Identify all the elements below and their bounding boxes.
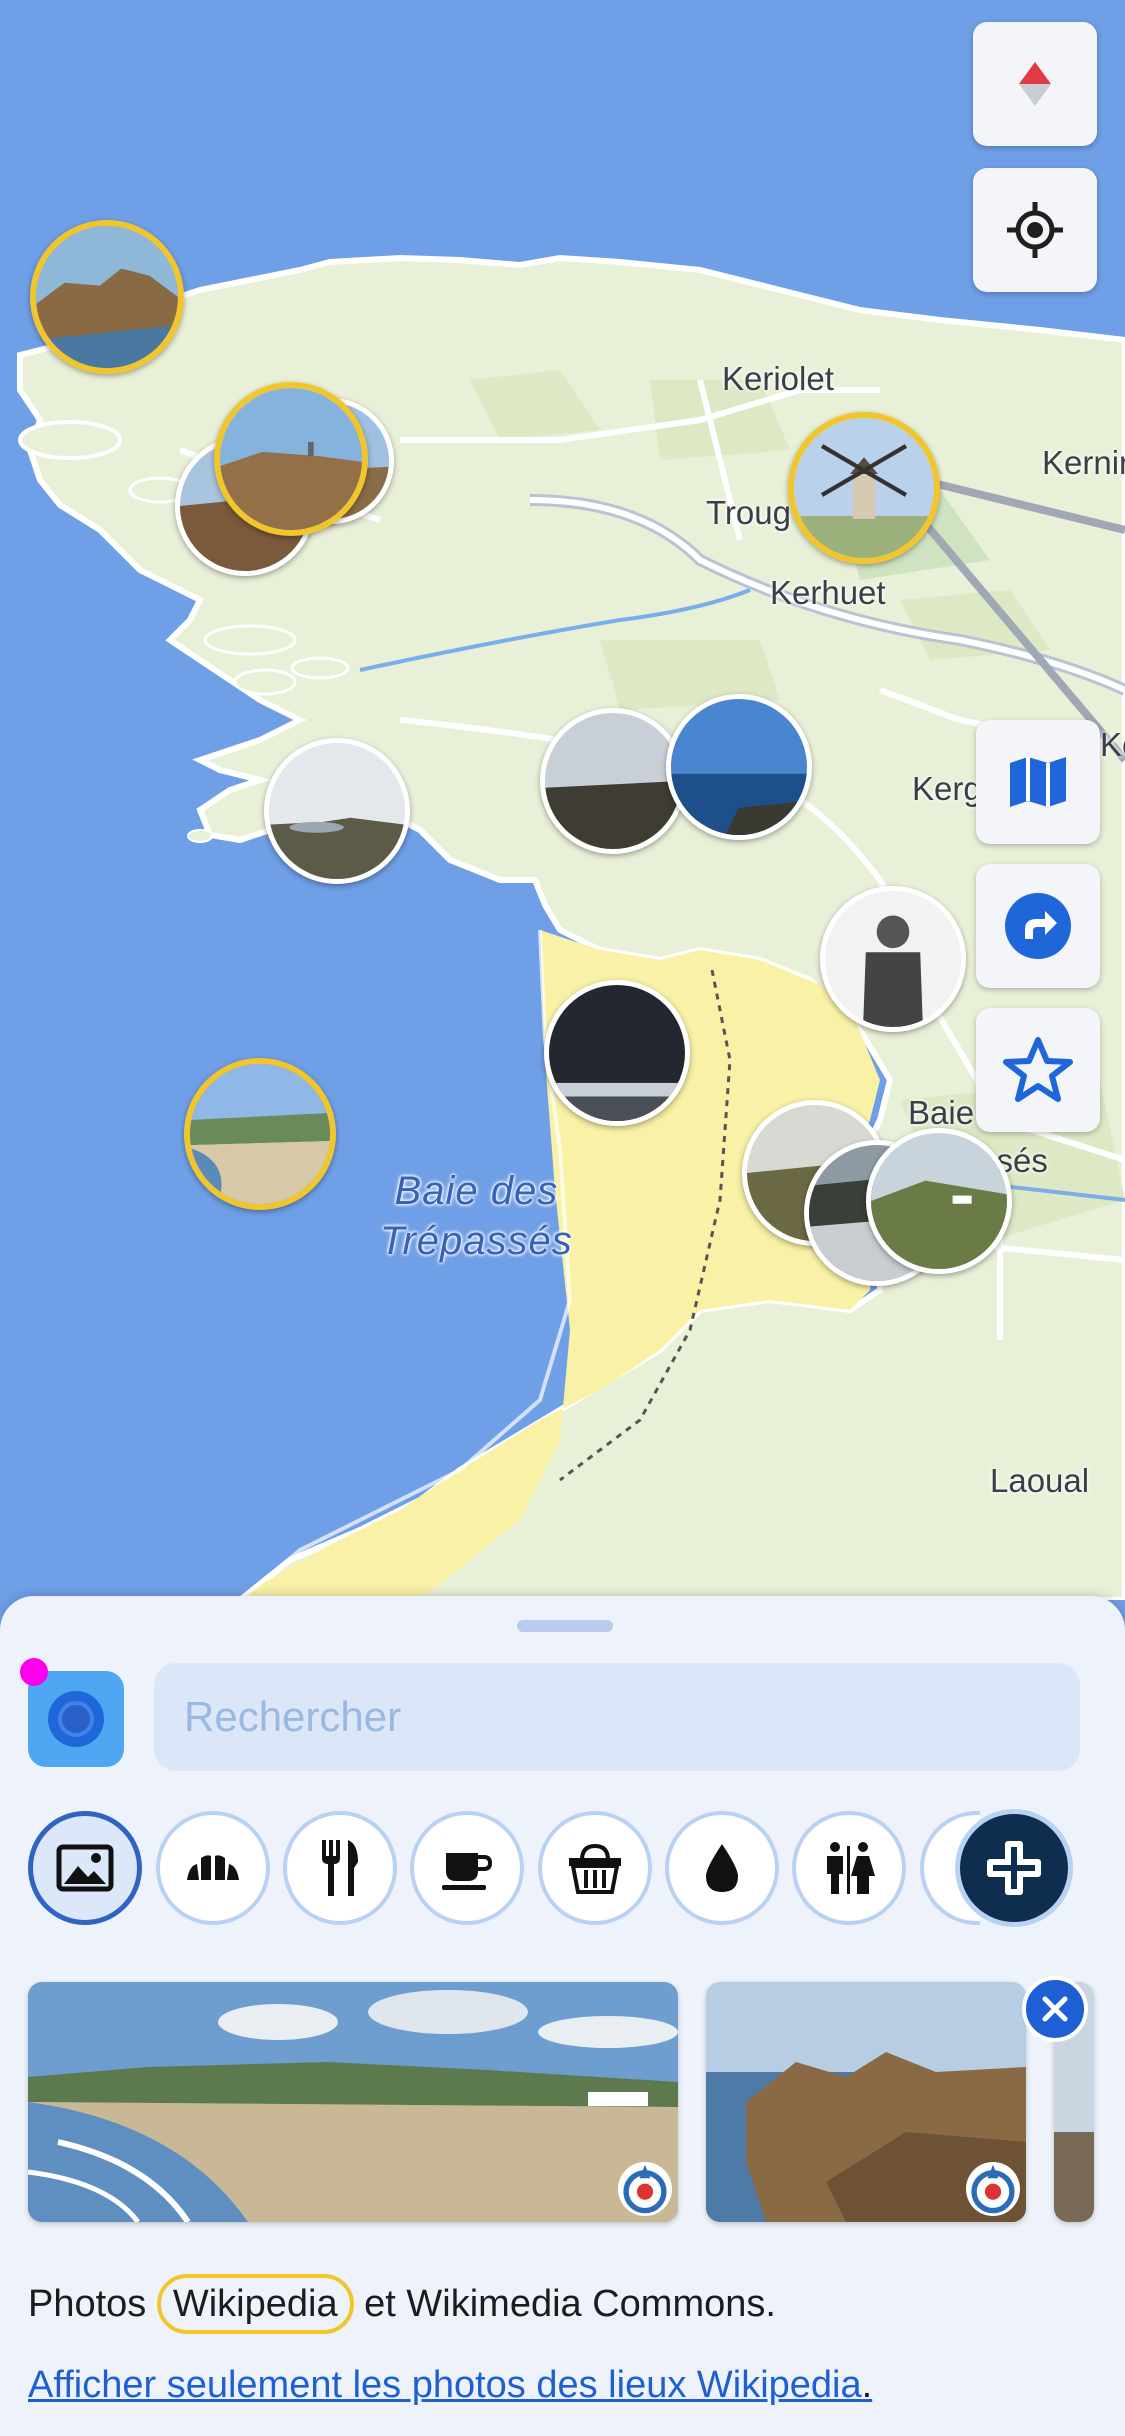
photo-card-image: [28, 1982, 678, 2222]
photo-pin[interactable]: [264, 738, 410, 884]
wikipedia-only-link-row: Afficher seulement les photos des lieux …: [28, 2364, 872, 2407]
category-toilets-button[interactable]: [792, 1811, 906, 1925]
attribution-suffix: et Wikimedia Commons.: [353, 2283, 776, 2325]
photo-card[interactable]: [706, 1982, 1026, 2222]
wikimedia-icon: [623, 2164, 667, 2214]
favorite-button[interactable]: [976, 1008, 1100, 1132]
bay-label: Baie des Trépassés: [380, 1166, 573, 1266]
photo-pin[interactable]: [666, 694, 812, 840]
place-label: Kerhuet: [770, 574, 886, 611]
close-button[interactable]: [1022, 1976, 1088, 2042]
place-label: Kernin: [1042, 444, 1125, 481]
directions-icon: [1005, 893, 1071, 959]
cup-icon: [442, 1853, 493, 1890]
place-label: Baie: [908, 1094, 975, 1131]
photo-pin[interactable]: [820, 886, 966, 1032]
wikimedia-icon: [971, 2164, 1015, 2214]
photo-card[interactable]: [28, 1982, 678, 2222]
photo-pin[interactable]: [214, 382, 368, 536]
wikimedia-badge: [966, 2162, 1020, 2216]
wikipedia-highlight[interactable]: Wikipedia: [156, 2274, 354, 2334]
wikimedia-badge: [618, 2162, 672, 2216]
place-label: Laoual: [990, 1462, 1090, 1499]
category-cafe-button[interactable]: [410, 1811, 524, 1925]
place-label: Troug: [706, 494, 791, 531]
plus-icon: [987, 1841, 1041, 1895]
photo-pin[interactable]: [544, 980, 690, 1126]
locate-icon: [1007, 202, 1063, 258]
search-placeholder: Rechercher: [184, 1693, 402, 1740]
photo-pin[interactable]: [184, 1058, 336, 1210]
star-icon: [1003, 1037, 1073, 1102]
map-view[interactable]: Keriolet Kernin Troug Kerhuet Kerg Ke Ba…: [0, 0, 1125, 1603]
place-label: Kerg: [912, 770, 982, 807]
app-logo[interactable]: [28, 1671, 124, 1767]
compass-button[interactable]: [973, 22, 1097, 146]
category-more-button[interactable]: [955, 1809, 1073, 1927]
category-photos-button[interactable]: [28, 1811, 142, 1925]
toilets-icon: [827, 1842, 875, 1894]
croissant-icon: [187, 1855, 239, 1880]
directions-button[interactable]: [976, 864, 1100, 988]
wikipedia-only-link[interactable]: Afficher seulement les photos des lieux …: [28, 2364, 862, 2406]
notification-dot: [20, 1658, 48, 1686]
drop-icon: [706, 1844, 738, 1892]
map-icon: [1010, 757, 1066, 807]
place-label: Ke: [1100, 726, 1125, 763]
basket-icon: [569, 1843, 621, 1894]
photo-pin[interactable]: [30, 220, 184, 374]
category-shop-button[interactable]: [538, 1811, 652, 1925]
image-icon: [56, 1844, 114, 1892]
search-input[interactable]: Rechercher: [154, 1663, 1080, 1771]
photo-pin[interactable]: [788, 412, 940, 564]
app-logo-icon: [48, 1691, 104, 1747]
photo-pin[interactable]: [866, 1128, 1012, 1274]
place-label: Keriolet: [722, 360, 834, 397]
category-water-button[interactable]: [665, 1811, 779, 1925]
attribution-prefix: Photos: [28, 2283, 157, 2325]
link-period: .: [861, 2364, 873, 2406]
cutlery-icon: [322, 1840, 358, 1896]
bottom-sheet[interactable]: Rechercher Photos Wikipedia et Wikimedia…: [0, 1596, 1125, 2436]
sheet-drag-handle[interactable]: [517, 1620, 613, 1632]
bay-label-line: Trépassés: [380, 1219, 573, 1263]
category-restaurant-button[interactable]: [283, 1811, 397, 1925]
map-layers-button[interactable]: [976, 720, 1100, 844]
photo-pin[interactable]: [540, 708, 686, 854]
attribution-text: Photos Wikipedia et Wikimedia Commons.: [28, 2274, 776, 2334]
close-icon: [1042, 1996, 1068, 2022]
category-bakery-button[interactable]: [156, 1811, 270, 1925]
locate-button[interactable]: [973, 168, 1097, 292]
bay-label-line: Baie des: [394, 1169, 559, 1213]
compass-icon: [1019, 62, 1051, 106]
